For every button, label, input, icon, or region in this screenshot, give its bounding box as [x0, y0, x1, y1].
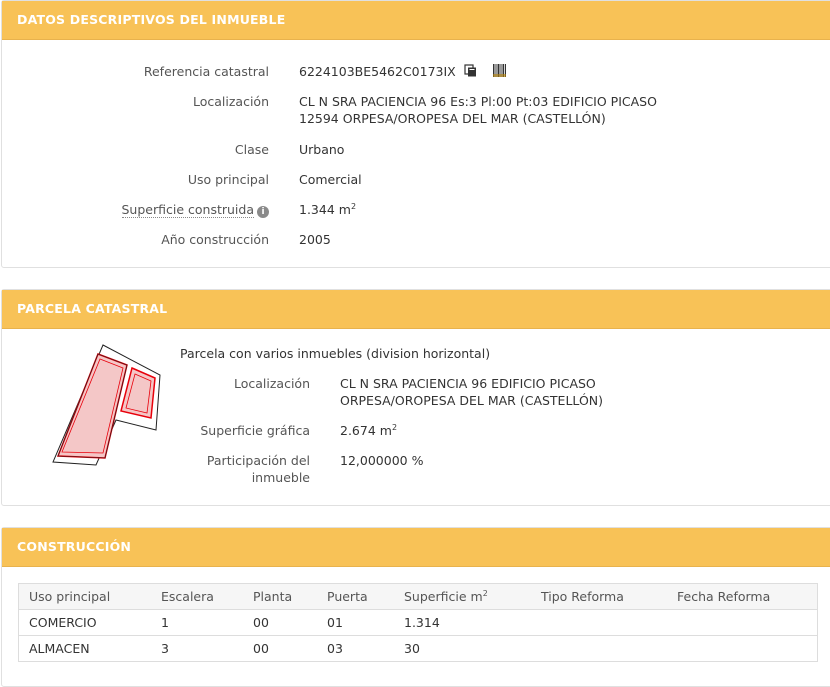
cell-superficie: 1.314	[394, 609, 531, 636]
cell-planta: 00	[243, 635, 317, 662]
parcel-shape-icon	[52, 344, 161, 466]
superficie-construida-label: Superficie construida	[121, 202, 254, 218]
localizacion-value: CL N SRA PACIENCIA 96 Es:3 Pl:00 Pt:03 E…	[299, 93, 657, 127]
clase-value: Urbano	[299, 142, 345, 157]
col-fecha-reforma: Fecha Reforma	[667, 583, 818, 610]
cell-fecha	[667, 609, 818, 636]
cell-escalera: 1	[151, 609, 243, 636]
col-superficie: Superficie m2	[394, 583, 531, 610]
superficie-grafica-value-wrap: 2.674 m2	[340, 422, 397, 439]
clase-label: Clase	[234, 142, 269, 157]
ref-catastral-row: 6224103BE5462C0173IX	[299, 63, 506, 81]
superficie-construida-label-wrap: Superficie construida i	[2, 201, 269, 218]
cell-tipo	[531, 635, 667, 662]
table-row: COMERCIO 1 00 01 1.314	[18, 609, 818, 636]
localizacion-line-2: 12594 ORPESA/OROPESA DEL MAR (CASTELLÓN)	[299, 111, 606, 126]
parcela-catastral-header: PARCELA CATASTRAL	[2, 290, 830, 329]
parcela-heading: Parcela con varios inmuebles (division h…	[180, 346, 491, 361]
datos-descriptivos-header: DATOS DESCRIPTIVOS DEL INMUEBLE	[2, 1, 830, 40]
col-puerta: Puerta	[317, 583, 394, 610]
participacion-label-line-1: Participación del	[206, 453, 310, 468]
anio-construccion-value: 2005	[299, 232, 331, 247]
construccion-table: Uso principal Escalera Planta Puerta Sup…	[18, 583, 818, 662]
superficie-grafica-label: Superficie gráfica	[200, 423, 310, 438]
uso-principal-value: Comercial	[299, 172, 362, 187]
participacion-label: Participación del inmueble	[180, 452, 310, 486]
construccion-header: CONSTRUCCIÓN	[2, 528, 830, 567]
parcel-map[interactable]	[47, 340, 167, 468]
superficie-construida-value-wrap: 1.344 m2	[299, 201, 356, 218]
col-escalera: Escalera	[151, 583, 243, 610]
participacion-label-line-2: inmueble	[251, 470, 310, 485]
parcela-localizacion-line-1: CL N SRA PACIENCIA 96 EDIFICIO PICASO	[340, 376, 596, 391]
parcela-localizacion-label: Localización	[233, 376, 310, 391]
ref-catastral-label: Referencia catastral	[143, 64, 269, 79]
superficie-construida-value: 1.344 m	[299, 202, 351, 217]
cell-puerta: 01	[317, 609, 394, 636]
cell-uso: COMERCIO	[18, 609, 151, 636]
cell-puerta: 03	[317, 635, 394, 662]
table-header-row: Uso principal Escalera Planta Puerta Sup…	[18, 583, 818, 610]
construccion-panel: CONSTRUCCIÓN Uso principal Escalera Plan…	[1, 527, 830, 687]
localizacion-label: Localización	[192, 94, 269, 109]
col-superficie-label: Superficie m	[404, 589, 483, 604]
cell-escalera: 3	[151, 635, 243, 662]
datos-descriptivos-panel: DATOS DESCRIPTIVOS DEL INMUEBLE Referenc…	[1, 0, 830, 268]
localizacion-line-1: CL N SRA PACIENCIA 96 Es:3 Pl:00 Pt:03 E…	[299, 94, 657, 109]
col-superficie-exp: 2	[482, 588, 488, 598]
parcela-localizacion-value: CL N SRA PACIENCIA 96 EDIFICIO PICASO OR…	[340, 375, 603, 409]
participacion-value: 12,000000 %	[340, 453, 424, 468]
col-uso-principal: Uso principal	[18, 583, 151, 610]
parcela-localizacion-line-2: ORPESA/OROPESA DEL MAR (CASTELLÓN)	[340, 393, 604, 408]
anio-construccion-label: Año construcción	[161, 232, 269, 247]
cell-planta: 00	[243, 609, 317, 636]
info-icon[interactable]: i	[257, 206, 269, 218]
superficie-grafica-value: 2.674 m	[340, 423, 392, 438]
copy-icon[interactable]	[464, 64, 477, 81]
superficie-grafica-exp: 2	[391, 422, 398, 432]
col-planta: Planta	[243, 583, 317, 610]
barcode-icon[interactable]	[492, 64, 506, 81]
uso-principal-label: Uso principal	[187, 172, 269, 187]
col-tipo-reforma: Tipo Reforma	[531, 583, 667, 610]
parcela-catastral-panel: PARCELA CATASTRAL Parcela con varios inm…	[1, 289, 830, 506]
superficie-construida-exp: 2	[350, 201, 357, 211]
cell-tipo	[531, 609, 667, 636]
ref-catastral-value[interactable]: 6224103BE5462C0173IX	[299, 64, 456, 79]
cell-superficie: 30	[394, 635, 531, 662]
cell-uso: ALMACEN	[18, 635, 151, 662]
cell-fecha	[667, 635, 818, 662]
table-row: ALMACEN 3 00 03 30	[18, 635, 818, 662]
